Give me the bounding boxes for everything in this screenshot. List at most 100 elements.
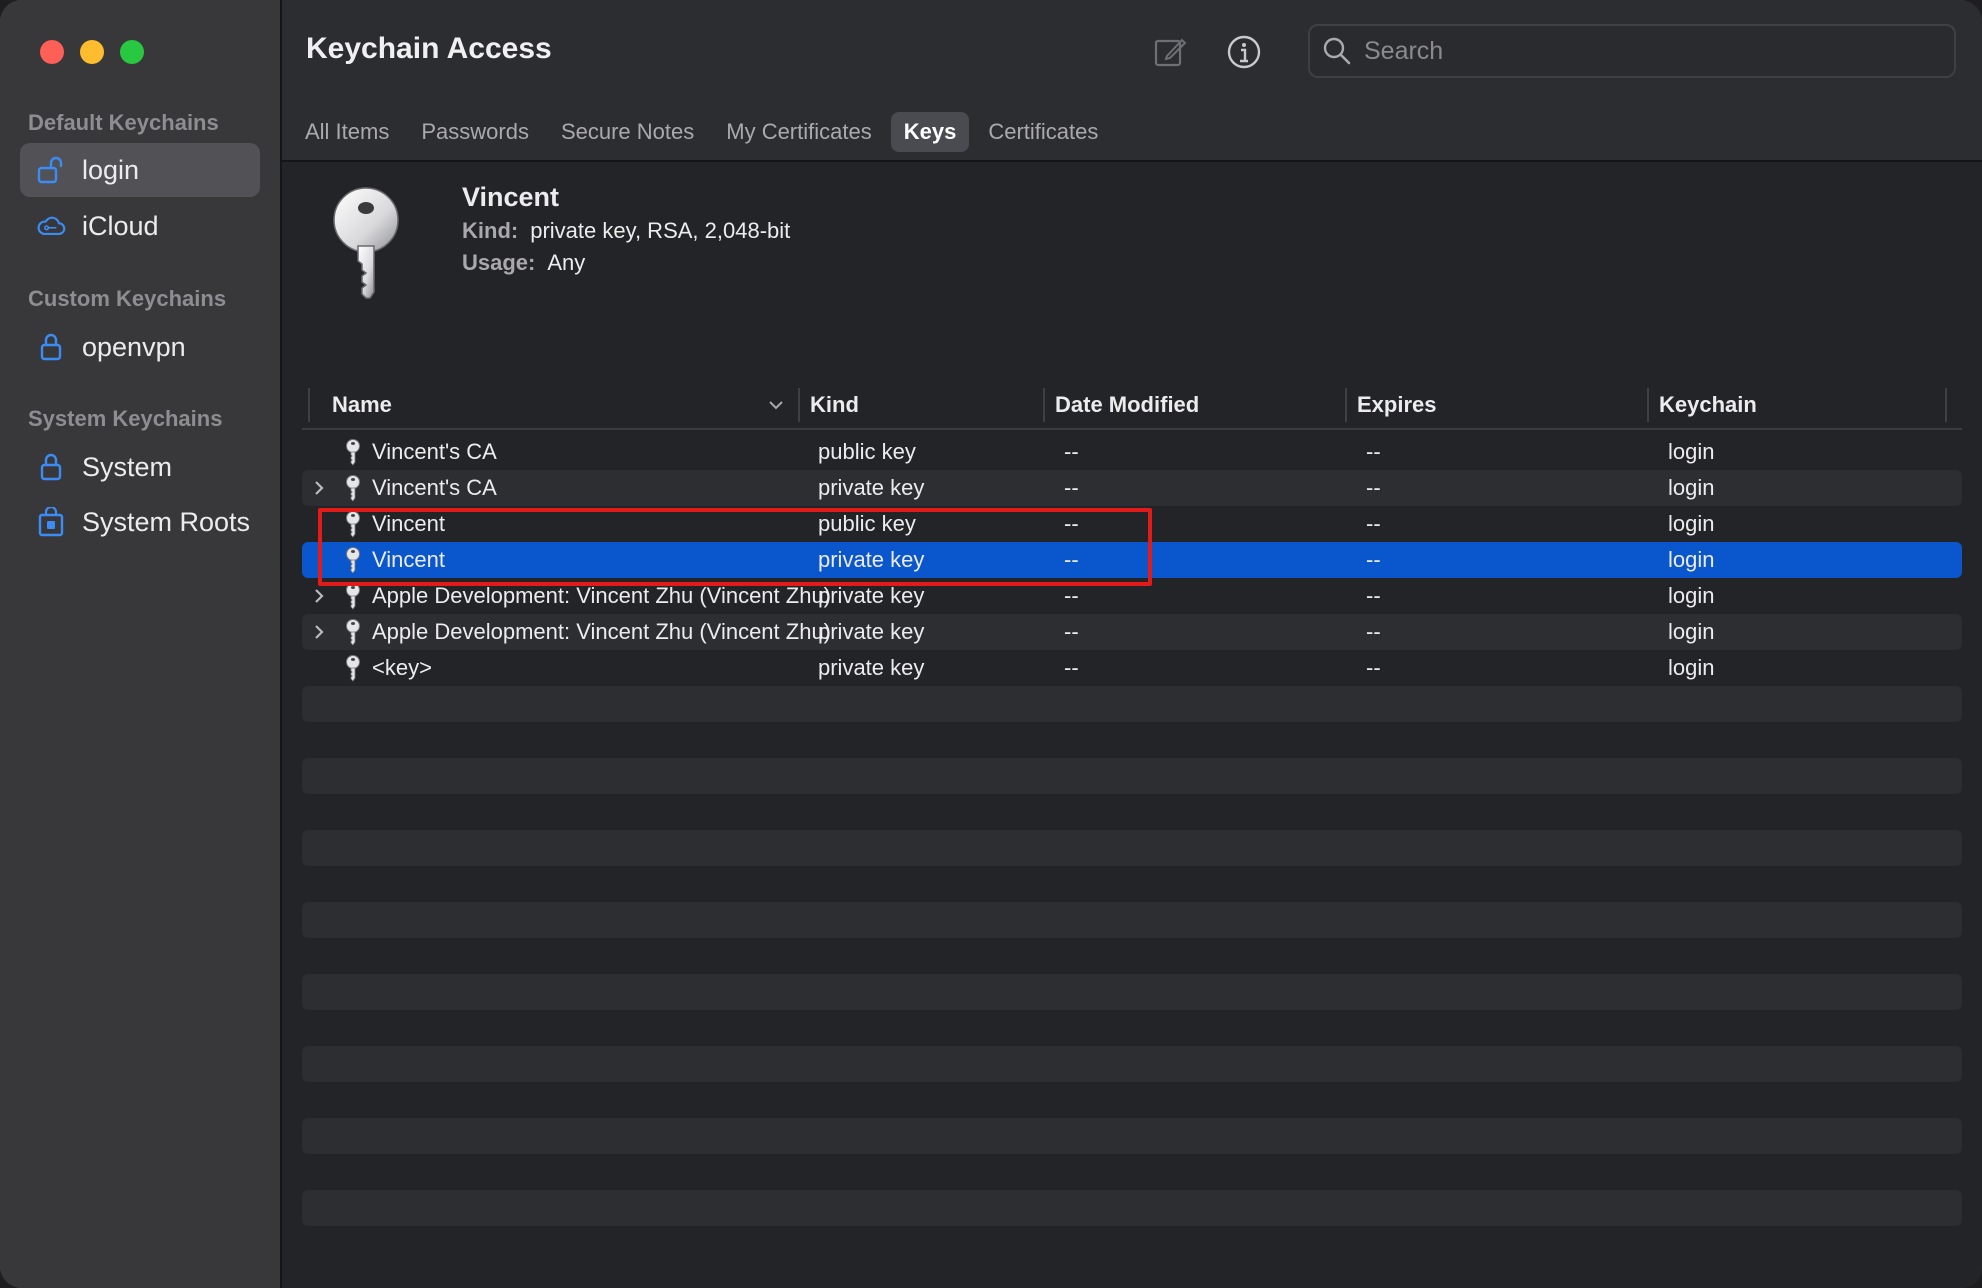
keys-table: Name Kind Date Modified Expires Keychain…	[302, 384, 1962, 1226]
annotation-highlight-box	[318, 508, 1152, 586]
empty-row	[302, 830, 1962, 866]
lock-icon	[36, 332, 66, 362]
compose-icon[interactable]	[1150, 32, 1190, 72]
icloud-icon	[36, 211, 66, 241]
empty-row	[302, 974, 1962, 1010]
detail-name: Vincent	[462, 182, 560, 212]
cell-date-modified: --	[1064, 619, 1079, 644]
cell-date-modified: --	[1064, 475, 1079, 500]
cell-keychain: login	[1668, 583, 1715, 608]
cell-kind: private key	[818, 619, 925, 644]
detail-kind-row: Kind: private key, RSA, 2,048-bit	[462, 218, 790, 244]
table-header: Name Kind Date Modified Expires Keychain	[302, 384, 1962, 430]
sidebar-item-icloud[interactable]: iCloud	[20, 199, 260, 253]
empty-row	[302, 1010, 1962, 1046]
sidebar-item-label: System Roots	[82, 506, 251, 537]
detail-kind-label: Kind:	[462, 218, 519, 243]
empty-row	[302, 686, 1962, 722]
lock-icon	[36, 452, 66, 482]
app-title: Keychain Access	[306, 32, 552, 65]
cell-date-modified: --	[1064, 655, 1079, 680]
minimize-button[interactable]	[80, 40, 104, 64]
cell-keychain: login	[1668, 511, 1715, 536]
category-tabs: All Items Passwords Secure Notes My Cert…	[292, 112, 1117, 152]
empty-row	[302, 938, 1962, 974]
toolbar: Keychain Access All Items Passwords Secu…	[282, 0, 1982, 162]
tab-certificates[interactable]: Certificates	[975, 112, 1111, 152]
cell-name: Vincent's CA	[372, 439, 497, 464]
tab-my-certificates[interactable]: My Certificates	[713, 112, 884, 152]
detail-usage-row: Usage: Any	[462, 250, 585, 276]
sidebar-item-system-roots[interactable]: System Roots	[20, 495, 260, 549]
sidebar-item-system[interactable]: System	[20, 440, 260, 494]
sidebar-item-label: login	[82, 154, 140, 185]
cell-expires: --	[1366, 655, 1381, 680]
key-icon	[346, 439, 360, 466]
key-icon	[346, 619, 360, 646]
disclosure-chevron-icon[interactable]	[312, 479, 326, 497]
empty-row	[302, 1082, 1962, 1118]
cell-expires: --	[1366, 475, 1381, 500]
cabinet-lock-icon	[36, 507, 66, 537]
sidebar-item-label: openvpn	[82, 331, 186, 362]
tab-passwords[interactable]: Passwords	[408, 112, 542, 152]
table-row[interactable]: Vincent's CA public key -- -- login	[302, 434, 1962, 470]
main-content: Keychain Access All Items Passwords Secu…	[282, 0, 1982, 1288]
section-label-system-keychains: System Keychains	[28, 406, 223, 431]
info-icon[interactable]	[1224, 32, 1264, 72]
search-field[interactable]	[1308, 24, 1956, 78]
empty-row	[302, 758, 1962, 794]
column-header-kind[interactable]: Kind	[798, 388, 1043, 422]
cell-name: <key>	[372, 655, 432, 680]
table-row[interactable]: <key> private key -- -- login	[302, 650, 1962, 686]
column-header-keychain[interactable]: Keychain	[1647, 388, 1947, 422]
item-detail-header: Vincent Kind: private key, RSA, 2,048-bit…	[282, 162, 1982, 382]
detail-kind-value: private key, RSA, 2,048-bit	[530, 218, 791, 243]
cell-date-modified: --	[1064, 439, 1079, 464]
detail-usage-label: Usage:	[462, 250, 536, 275]
cell-expires: --	[1366, 619, 1381, 644]
empty-row	[302, 902, 1962, 938]
column-header-expires[interactable]: Expires	[1345, 388, 1647, 422]
cell-name: Vincent's CA	[372, 475, 497, 500]
sidebar-item-label: iCloud	[82, 210, 159, 241]
search-icon	[1323, 37, 1351, 65]
key-icon	[346, 475, 360, 502]
table-row[interactable]: Vincent's CA private key -- -- login	[302, 470, 1962, 506]
column-header-name[interactable]: Name	[308, 388, 798, 422]
key-icon	[346, 655, 360, 682]
empty-row	[302, 1046, 1962, 1082]
tab-all-items[interactable]: All Items	[292, 112, 402, 152]
cell-expires: --	[1366, 583, 1381, 608]
cell-name: Apple Development: Vincent Zhu (Vincent …	[372, 619, 832, 644]
window-controls	[40, 40, 144, 64]
sidebar: Default Keychains login iCloud Custom Ke…	[0, 0, 282, 1288]
column-header-date-modified[interactable]: Date Modified	[1043, 388, 1345, 422]
sidebar-item-login[interactable]: login	[20, 143, 260, 197]
search-input[interactable]	[1362, 35, 1926, 67]
cell-keychain: login	[1668, 439, 1715, 464]
detail-usage-value: Any	[547, 250, 586, 275]
disclosure-chevron-icon[interactable]	[312, 623, 326, 641]
empty-row	[302, 1118, 1962, 1154]
tab-secure-notes[interactable]: Secure Notes	[548, 112, 707, 152]
cell-keychain: login	[1668, 655, 1715, 680]
column-header-label: Name	[332, 392, 392, 417]
cell-kind: public key	[818, 439, 916, 464]
empty-row	[302, 722, 1962, 758]
close-button[interactable]	[40, 40, 64, 64]
zoom-button[interactable]	[120, 40, 144, 64]
empty-row	[302, 794, 1962, 830]
unlocked-lock-icon	[36, 155, 66, 185]
cell-expires: --	[1366, 511, 1381, 536]
cell-expires: --	[1366, 547, 1381, 572]
empty-row	[302, 1154, 1962, 1190]
table-row[interactable]: Apple Development: Vincent Zhu (Vincent …	[302, 614, 1962, 650]
sidebar-item-openvpn[interactable]: openvpn	[20, 320, 260, 374]
key-icon	[346, 583, 360, 610]
disclosure-chevron-icon[interactable]	[312, 587, 326, 605]
sidebar-item-label: System	[82, 451, 173, 482]
cell-kind: private key	[818, 475, 925, 500]
cell-keychain: login	[1668, 619, 1715, 644]
tab-keys[interactable]: Keys	[890, 112, 970, 152]
